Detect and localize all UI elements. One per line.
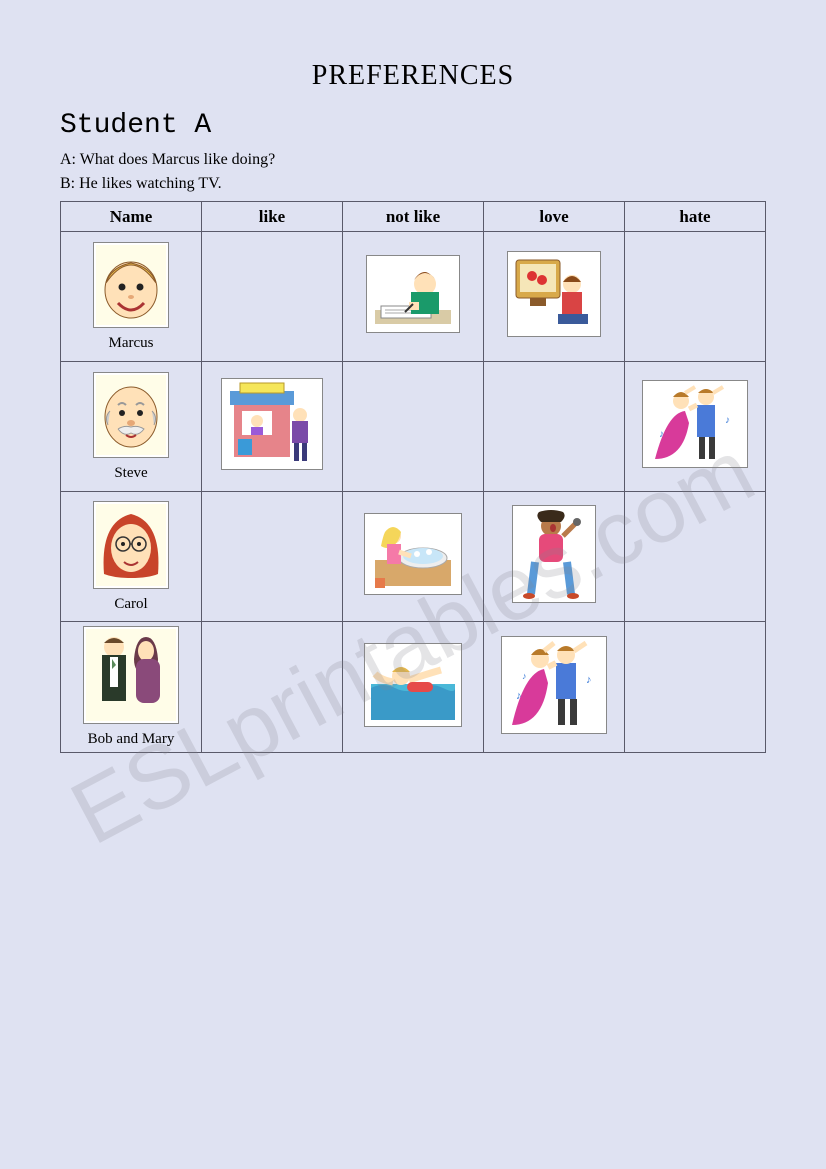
cell-hate: ♪ ♪: [625, 362, 766, 492]
header-like: like: [202, 202, 343, 232]
cell-not-like: [343, 622, 484, 753]
person-name: Steve: [65, 465, 197, 482]
cell-like: [202, 232, 343, 362]
watching-tv-icon: [507, 251, 601, 337]
swimming-icon: [364, 643, 462, 727]
cell-love: [484, 362, 625, 492]
cell-love: ♪ ♪ ♪: [484, 622, 625, 753]
header-love: love: [484, 202, 625, 232]
cell-person: Marcus: [61, 232, 202, 362]
svg-text:♪: ♪: [725, 415, 730, 426]
student-label: Student A: [60, 110, 766, 141]
shopping-booth-icon: [221, 378, 323, 470]
cell-like: [202, 362, 343, 492]
cell-not-like: [343, 232, 484, 362]
cell-hate: [625, 622, 766, 753]
svg-text:♪: ♪: [586, 674, 592, 686]
header-name: Name: [61, 202, 202, 232]
cell-not-like: [343, 362, 484, 492]
cell-hate: [625, 492, 766, 622]
dancing-icon: ♪ ♪ ♪: [501, 636, 607, 734]
svg-text:♪: ♪: [516, 690, 522, 702]
person-name: Marcus: [65, 335, 197, 352]
person-name: Carol: [65, 596, 197, 613]
header-hate: hate: [625, 202, 766, 232]
person-name: Bob and Mary: [65, 731, 197, 748]
table-row: Bob and Mary: [61, 622, 766, 753]
singing-icon: [512, 505, 596, 603]
cell-like: [202, 492, 343, 622]
writing-icon: [366, 255, 460, 333]
cell-person: Steve: [61, 362, 202, 492]
cell-love: [484, 492, 625, 622]
boy-face-icon: [93, 242, 169, 328]
dialogue-line-b: B: He likes watching TV.: [60, 175, 766, 193]
svg-text:♪: ♪: [659, 429, 664, 440]
svg-text:♪: ♪: [522, 671, 527, 681]
woman-glasses-face-icon: [93, 501, 169, 589]
cell-person: Bob and Mary: [61, 622, 202, 753]
dancing-icon: ♪ ♪: [642, 380, 748, 468]
cell-person: Carol: [61, 492, 202, 622]
dialogue-line-a: A: What does Marcus like doing?: [60, 151, 766, 169]
table-row: Steve: [61, 362, 766, 492]
washing-dishes-icon: [364, 513, 462, 595]
cell-like: [202, 622, 343, 753]
preferences-table: Name like not like love hate: [60, 201, 766, 753]
table-row: Marcus: [61, 232, 766, 362]
cell-love: [484, 232, 625, 362]
header-not-like: not like: [343, 202, 484, 232]
page-title: PREFERENCES: [60, 60, 766, 92]
table-row: Carol: [61, 492, 766, 622]
cell-not-like: [343, 492, 484, 622]
couple-icon: [83, 626, 179, 724]
cell-hate: [625, 232, 766, 362]
bald-man-face-icon: [93, 372, 169, 458]
